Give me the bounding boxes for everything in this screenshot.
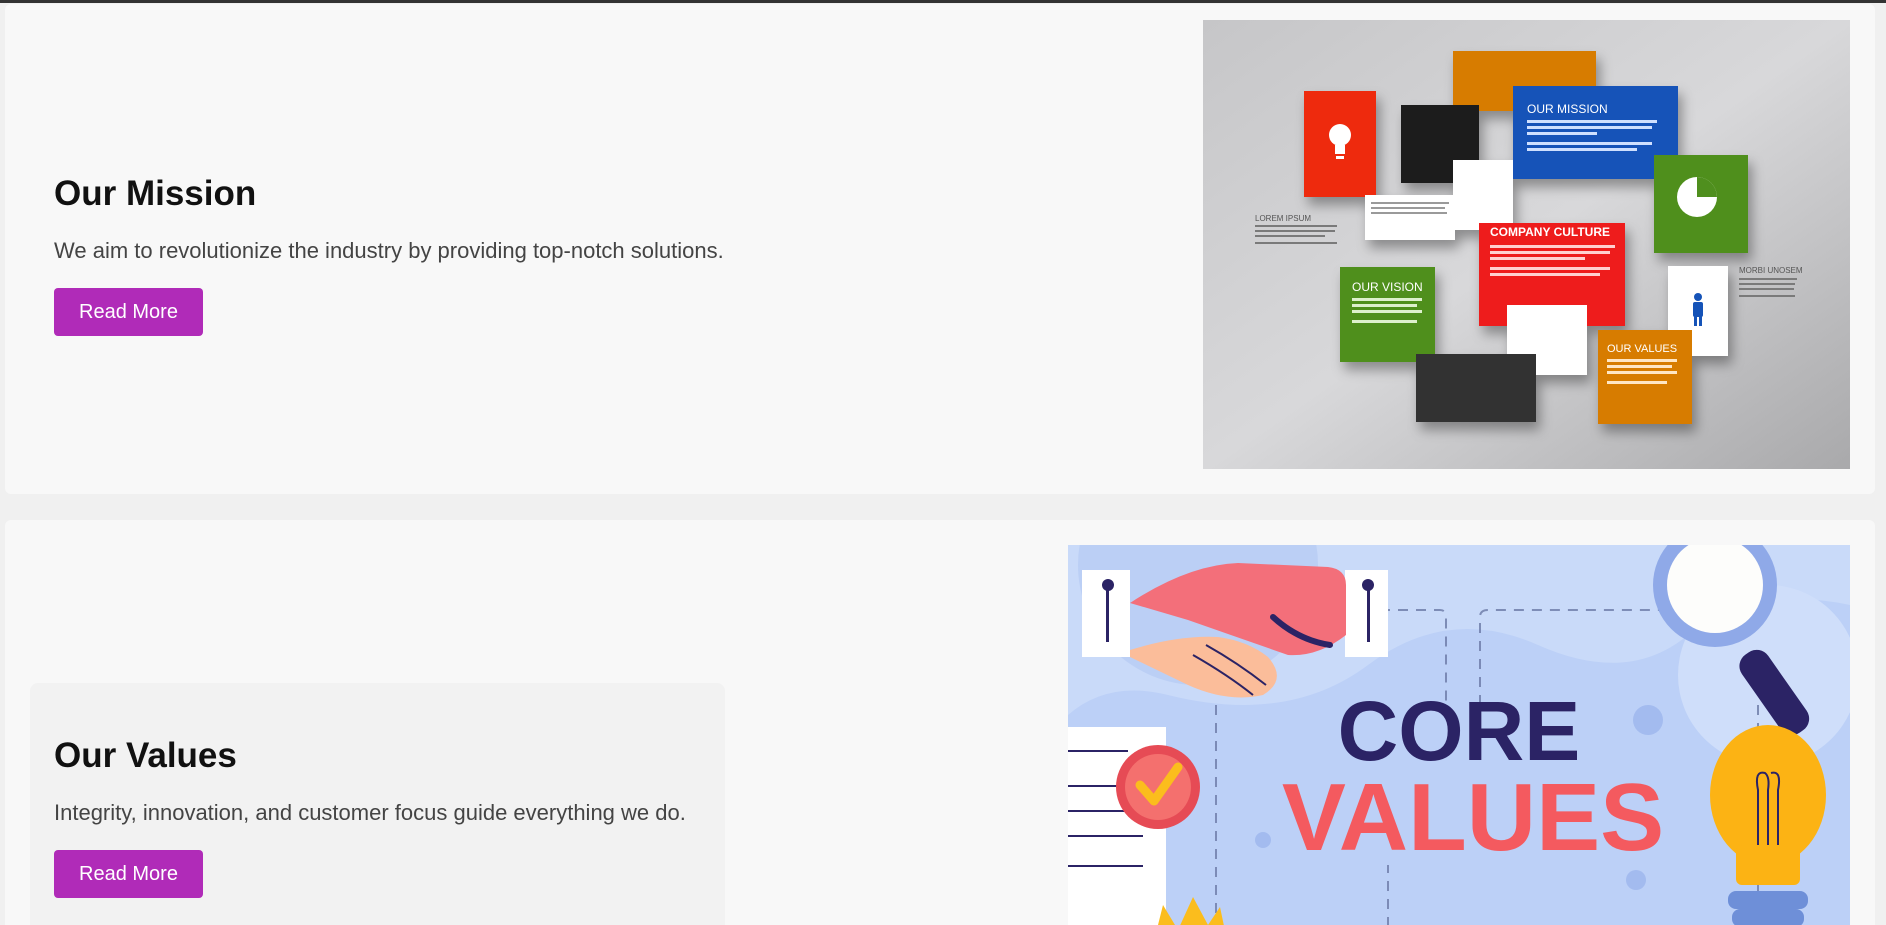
mission-infographic-image: OUR MISSION COMPANY CULTURE OUR VISION O… (1203, 20, 1850, 469)
mission-section: Our Mission We aim to revolutionize the … (5, 4, 1875, 494)
values-description: Integrity, innovation, and customer focu… (54, 800, 686, 825)
values-section: Our Values Integrity, innovation, and cu… (5, 520, 1875, 925)
core-values-illustration: CORE VALUES (1068, 545, 1850, 925)
values-title: Our Values (54, 736, 237, 775)
mission-img-heading: OUR MISSION (1527, 102, 1608, 116)
lorem-side-heading: LOREM IPSUM (1255, 214, 1311, 223)
values-img-heading: OUR VALUES (1607, 343, 1677, 355)
mission-title: Our Mission (54, 174, 257, 213)
culture-img-heading: COMPANY CULTURE (1490, 225, 1610, 239)
pie-chart-icon (1677, 177, 1717, 217)
mission-read-more-button[interactable]: Read More (54, 288, 203, 336)
values-text-block: Our Values Integrity, innovation, and cu… (54, 736, 686, 898)
mission-text-block: Our Mission We aim to revolutionize the … (54, 174, 724, 336)
mission-description: We aim to revolutionize the industry by … (54, 238, 724, 263)
values-text: VALUES (1282, 764, 1664, 871)
vision-img-heading: OUR VISION (1352, 280, 1423, 294)
morbi-side-heading: MORBI UNOSEM (1739, 266, 1803, 275)
values-read-more-button[interactable]: Read More (54, 850, 203, 898)
